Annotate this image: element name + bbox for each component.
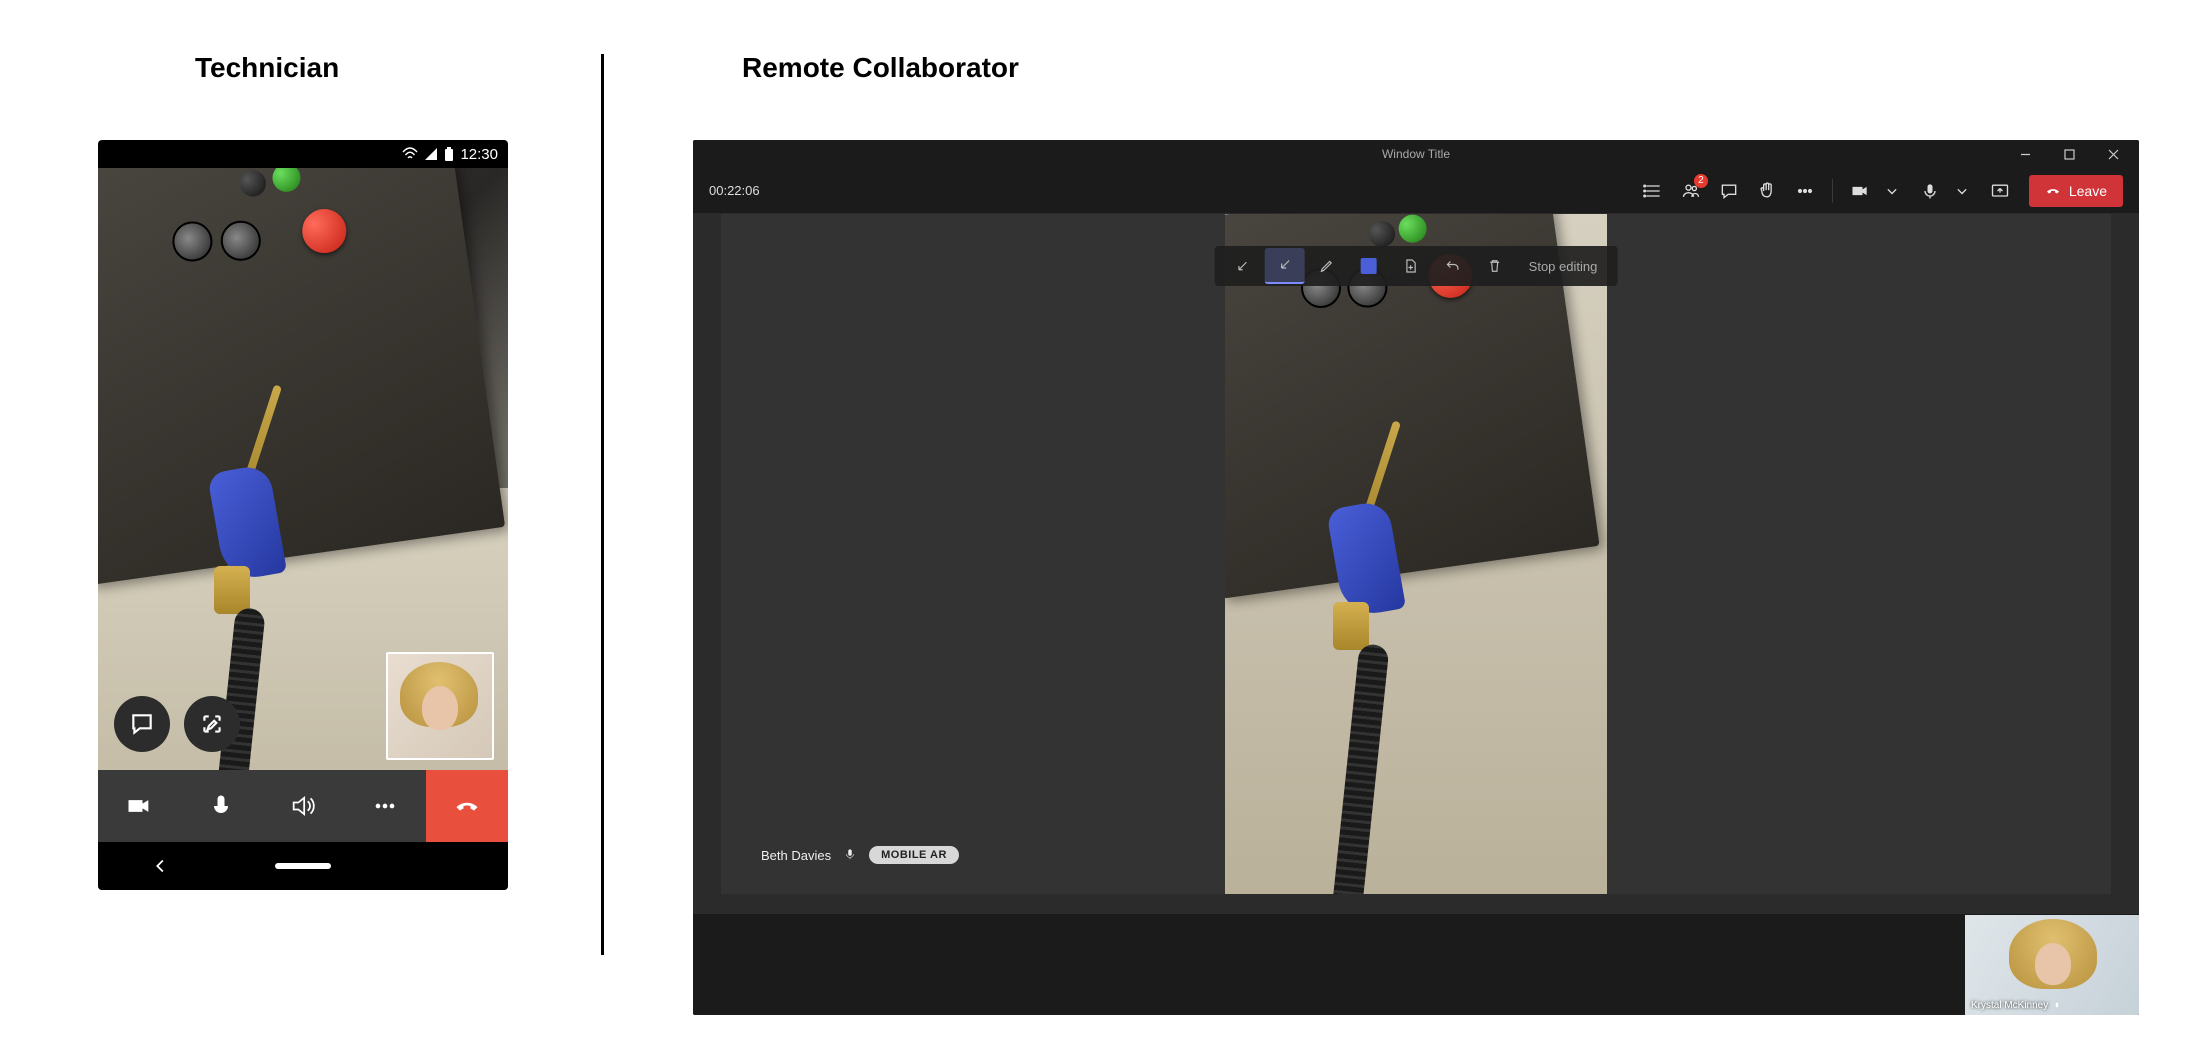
people-button[interactable]: 2 [1672,172,1710,210]
pip-name-row: Krystal McKinney [1971,1000,2062,1011]
insert-file-button[interactable] [1391,248,1431,284]
participant-name: Beth Davies [761,848,831,863]
raise-hand-button[interactable] [1748,172,1786,210]
equipment-green-button [271,168,303,194]
mobile-ar-badge: MOBILE AR [869,846,959,864]
hangup-button[interactable] [426,770,508,842]
leave-button[interactable]: Leave [2029,175,2123,207]
undo-button[interactable] [1433,248,1473,284]
people-badge: 2 [1694,174,1708,188]
camera-options-chevron[interactable] [1873,172,1911,210]
stage-inner: Stop editing Beth Davies MOBILE AR [721,214,2111,894]
self-view-pip[interactable] [386,652,494,760]
close-window-button[interactable] [2091,140,2135,168]
pen-tool-button[interactable] [1307,248,1347,284]
equipment-dial-1 [170,219,215,264]
battery-icon [444,147,454,162]
status-time: 12:30 [460,146,498,163]
minimize-window-button[interactable] [2003,140,2047,168]
home-nav-icon[interactable] [275,863,331,869]
equipment-red-button [299,206,349,256]
color-picker-button[interactable] [1349,248,1389,284]
pip-person [400,662,480,760]
pip-participant-name: Krystal McKinney [1971,1000,2048,1011]
camera-feed [98,168,508,770]
call-controls-bar [98,770,508,842]
desktop-bottom-bar [693,914,2139,1015]
signal-icon [424,147,438,161]
mic-options-chevron[interactable] [1943,172,1981,210]
equipment-dial-2 [218,218,263,263]
self-view-pip-desktop[interactable]: Krystal McKinney [1965,915,2139,1015]
call-timer: 00:22:06 [709,183,760,198]
wifi-icon [402,147,418,161]
label-remote: Remote Collaborator [742,52,1019,84]
window-titlebar: Window Title [693,140,2139,168]
phone-status-bar: 12:30 [98,140,508,168]
remote-desktop-window: Window Title 00:22:06 2 [693,140,2139,1015]
video-toggle-button[interactable] [98,770,180,842]
air-nozzle-tool [188,458,308,638]
speaker-toggle-button[interactable] [262,770,344,842]
equipment-black-button-remote [1367,219,1396,248]
more-actions-button[interactable] [1786,172,1824,210]
equipment-green-button-remote [1397,214,1429,244]
cursor-tool-button[interactable] [1223,248,1263,284]
toolbar-separator [1832,179,1833,203]
annotation-toolbar: Stop editing [1215,246,1618,286]
shared-mobile-feed [1225,214,1607,894]
arrow-tool-button[interactable] [1265,248,1305,284]
meeting-stage: Stop editing Beth Davies MOBILE AR [693,214,2139,914]
more-options-button[interactable] [344,770,426,842]
participants-list-button[interactable] [1634,172,1672,210]
technician-phone: 12:30 [98,140,508,890]
pip-mic-icon [2052,1001,2062,1011]
share-screen-button[interactable] [1981,172,2019,210]
participant-mic-icon [843,847,857,864]
maximize-window-button[interactable] [2047,140,2091,168]
delete-button[interactable] [1475,248,1515,284]
back-nav-icon[interactable] [150,855,172,877]
android-nav-bar [98,842,508,890]
vertical-divider [601,54,604,955]
chat-panel-button[interactable] [1710,172,1748,210]
chat-button[interactable] [114,696,170,752]
label-technician: Technician [195,52,339,84]
air-nozzle-remote [1307,494,1427,674]
meeting-toolbar: 00:22:06 2 [693,168,2139,214]
mic-toggle-button[interactable] [180,770,262,842]
window-title: Window Title [1382,147,1450,161]
participant-info: Beth Davies MOBILE AR [761,846,959,864]
equipment-black-button [238,169,267,198]
annotate-button[interactable] [184,696,240,752]
leave-label: Leave [2069,183,2107,199]
stop-editing-button[interactable]: Stop editing [1517,259,1610,274]
floating-actions [114,696,240,752]
